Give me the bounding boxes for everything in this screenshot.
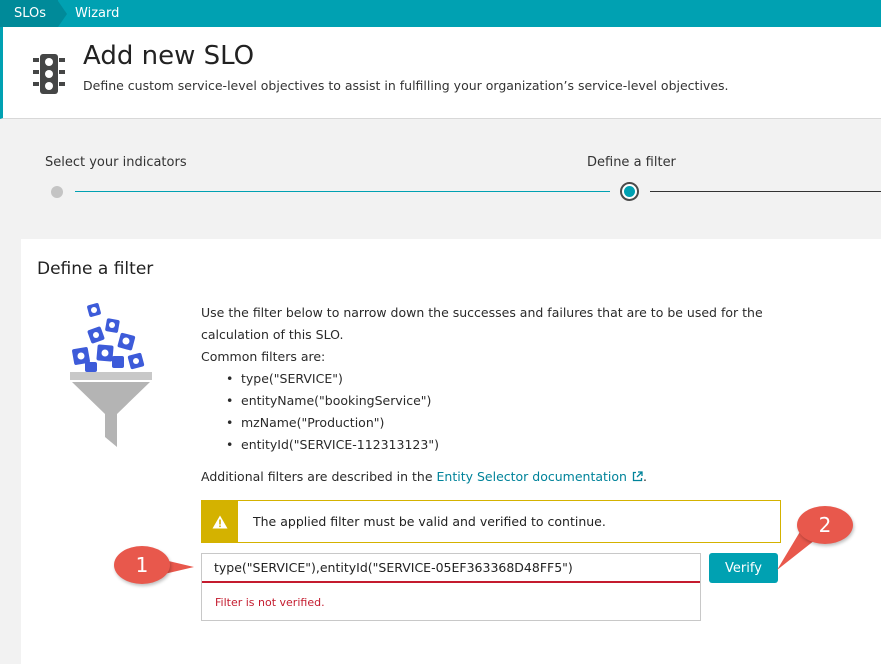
- page-header: Add new SLO Define custom service-level …: [0, 27, 881, 119]
- filter-description: Use the filter below to narrow down the …: [201, 302, 801, 456]
- common-filters-list: type("SERVICE") entityName("bookingServi…: [201, 368, 801, 456]
- filter-error-message: Filter is not verified.: [215, 596, 325, 609]
- callout-2: 2: [797, 506, 853, 544]
- page-subtitle: Define custom service-level objectives t…: [83, 78, 729, 93]
- entity-selector-doc-link[interactable]: Entity Selector documentation: [437, 469, 643, 484]
- breadcrumb: SLOs Wizard: [0, 0, 881, 27]
- step-marker-completed[interactable]: [51, 186, 63, 198]
- list-item: entityId("SERVICE-112313123"): [226, 434, 801, 456]
- warning-banner: The applied filter must be valid and ver…: [201, 500, 781, 543]
- list-item: mzName("Production"): [226, 412, 801, 434]
- breadcrumb-item-wizard[interactable]: Wizard: [67, 0, 125, 27]
- step-progress-line: [75, 191, 610, 192]
- step-label-define-filter: Define a filter: [587, 155, 676, 170]
- step-remaining-line: [650, 191, 881, 192]
- additional-filters-text: Additional filters are described in the …: [201, 469, 647, 484]
- additional-filters-prefix: Additional filters are described in the: [201, 469, 437, 484]
- step-marker-active: [620, 182, 639, 201]
- filter-intro-text: Use the filter below to narrow down the …: [201, 305, 763, 342]
- external-link-icon: [632, 471, 643, 482]
- warning-message: The applied filter must be valid and ver…: [253, 514, 606, 529]
- doc-link-label: Entity Selector documentation: [436, 469, 627, 484]
- list-item: entityName("bookingService"): [226, 390, 801, 412]
- page-title: Add new SLO: [83, 41, 255, 71]
- warning-icon: [212, 515, 228, 528]
- traffic-light-icon: [33, 54, 65, 94]
- step-label-select-indicators[interactable]: Select your indicators: [45, 155, 187, 170]
- wizard-stepper: Select your indicators Define a filter: [0, 119, 881, 239]
- breadcrumb-item-slos[interactable]: SLOs: [0, 0, 59, 27]
- card-title: Define a filter: [37, 259, 154, 279]
- breadcrumb-separator: [58, 0, 68, 27]
- funnel-illustration: [70, 303, 152, 447]
- verify-button[interactable]: Verify: [709, 553, 778, 583]
- define-filter-card: Define a filter Use the filter below to …: [21, 239, 881, 664]
- callout-1: 1: [114, 546, 170, 584]
- filter-field-container: Filter is not verified.: [201, 553, 701, 621]
- warning-icon-box: [202, 501, 238, 542]
- common-filters-label: Common filters are:: [201, 349, 326, 364]
- additional-filters-suffix: .: [642, 469, 647, 484]
- filter-input[interactable]: [202, 554, 700, 583]
- list-item: type("SERVICE"): [226, 368, 801, 390]
